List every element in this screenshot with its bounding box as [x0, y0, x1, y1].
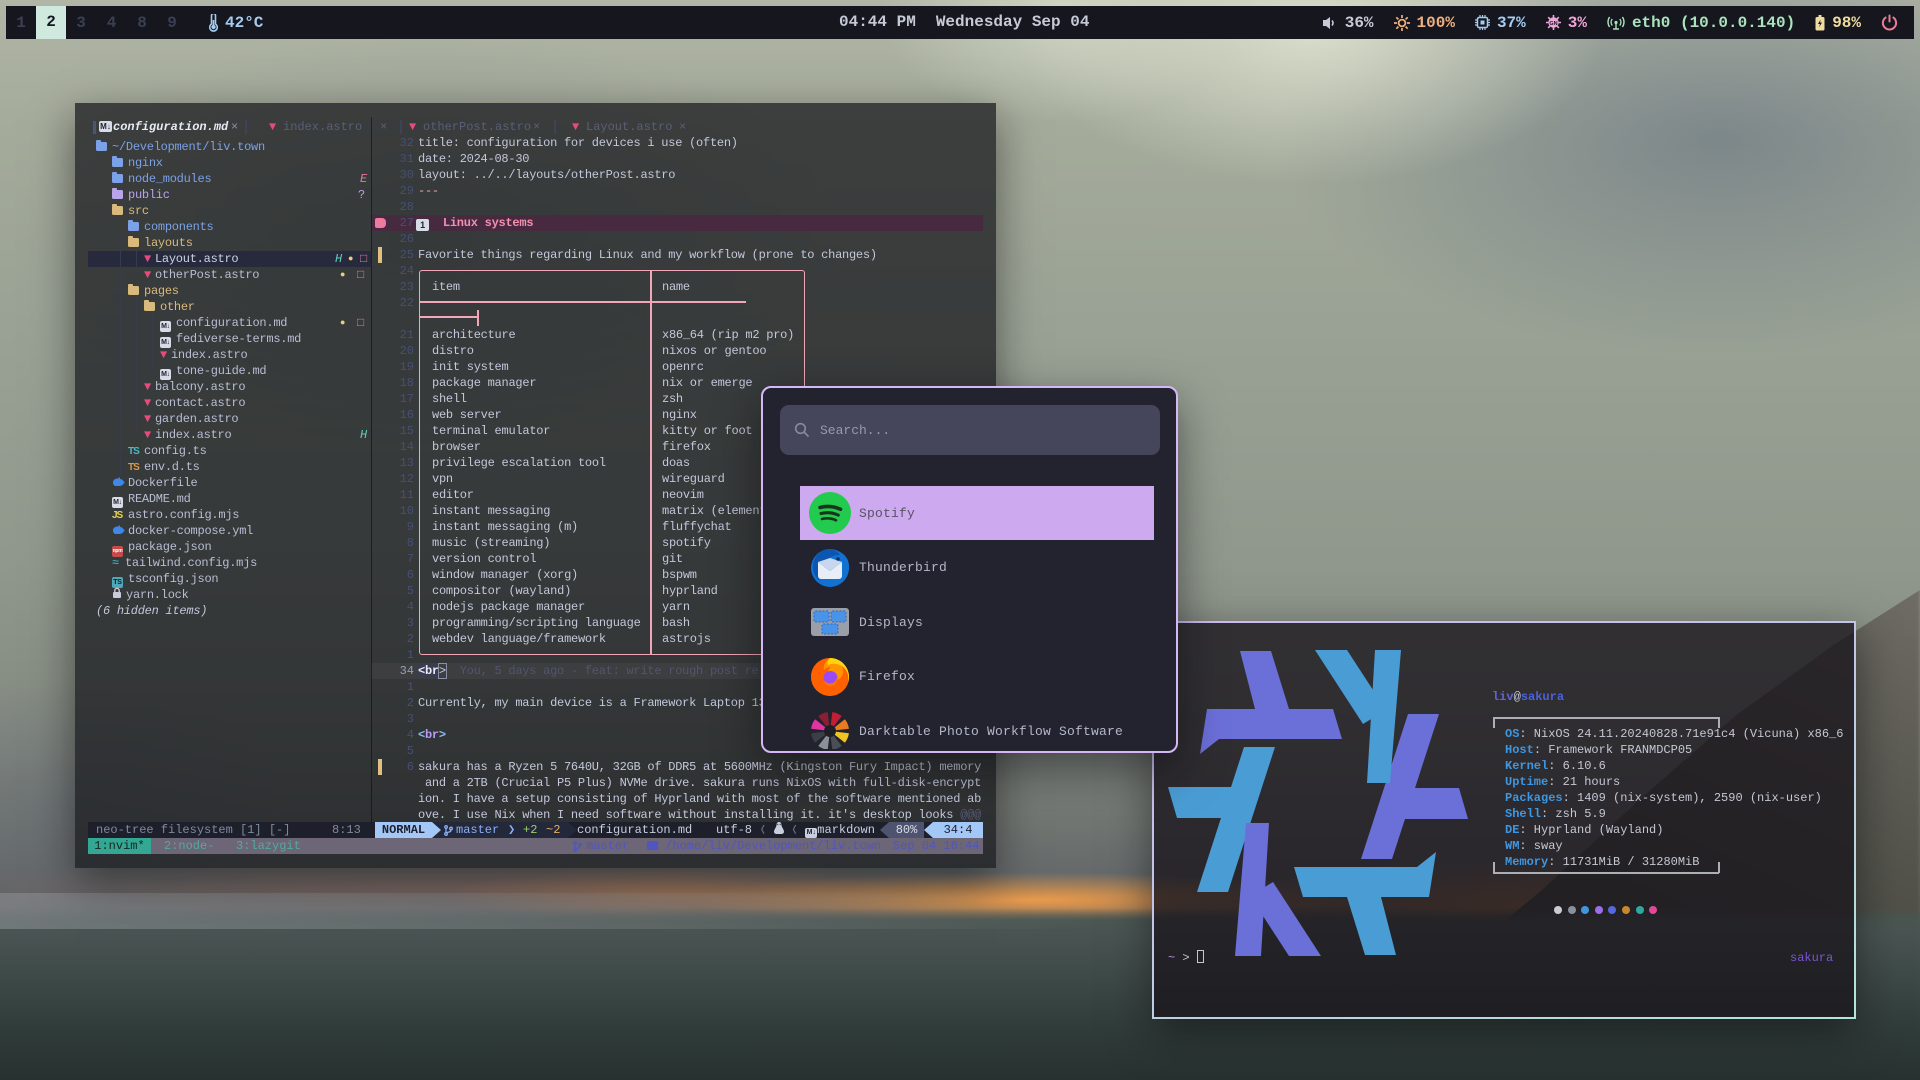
svg-text:GN: GN [1549, 21, 1557, 27]
